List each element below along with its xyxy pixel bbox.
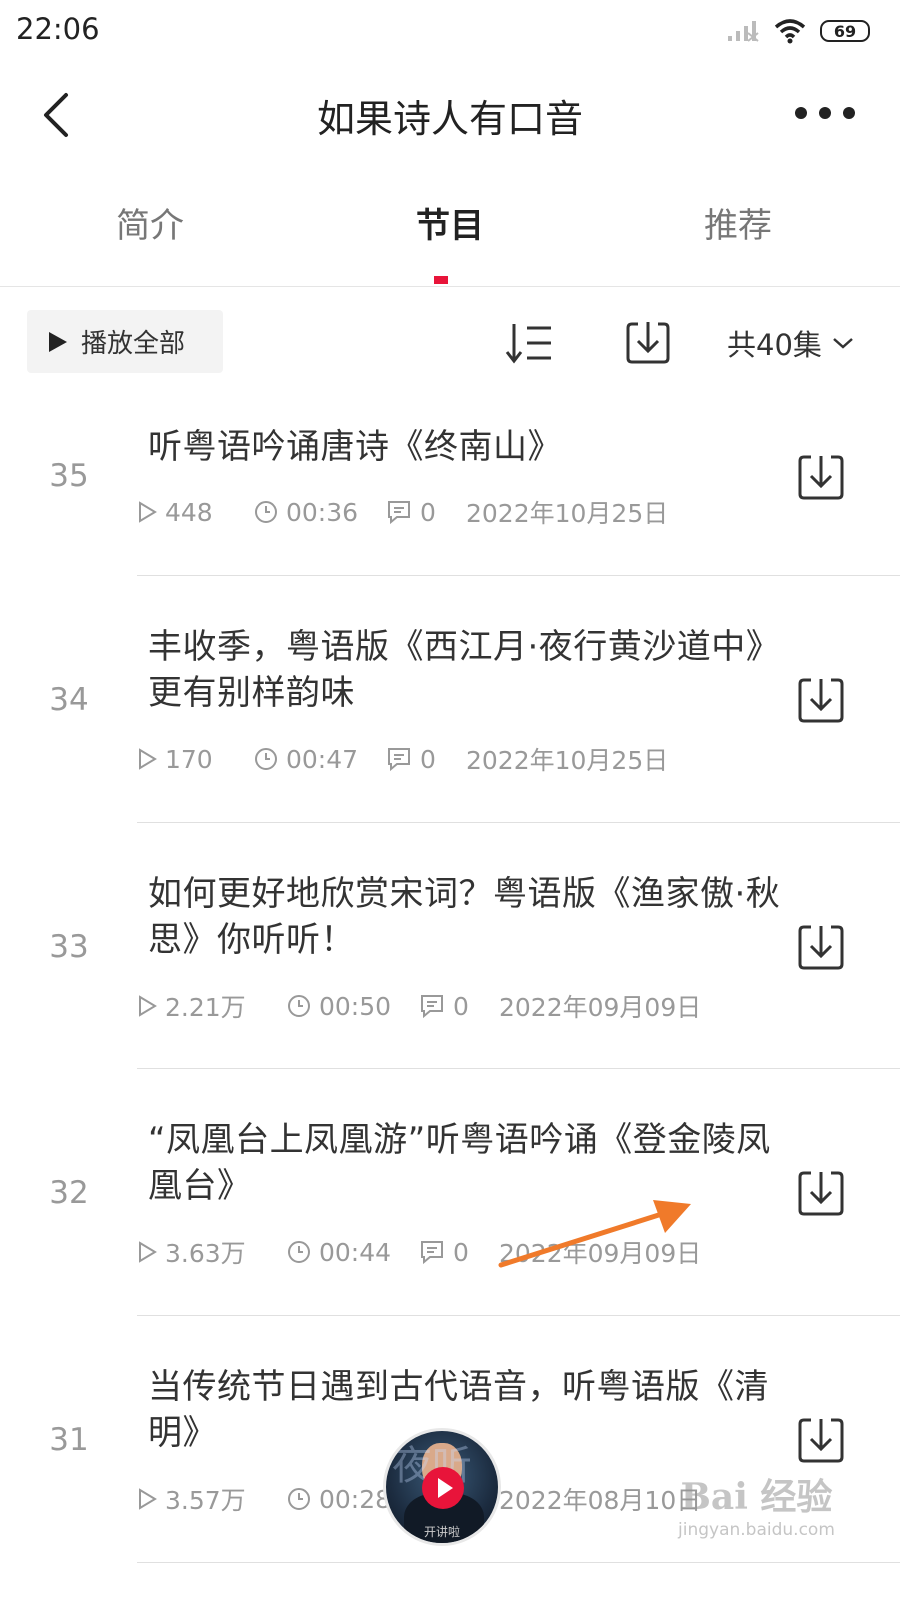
episode-download-button[interactable] (796, 1415, 846, 1465)
duration: 00:47 (286, 744, 359, 774)
comment-icon (421, 995, 443, 1019)
episode-meta: 448 00:36 0 2022年10月25日 (137, 495, 668, 529)
comment-count: 0 (420, 744, 436, 774)
episode-download-button[interactable] (796, 675, 846, 725)
episode-number: 33 (49, 929, 89, 965)
episode-meta: 2.21万 00:50 0 2022年09月09日 (137, 989, 701, 1023)
clock-icon (288, 1488, 310, 1510)
annotation-arrow-icon (498, 1200, 691, 1268)
comment-count: 0 (453, 1237, 469, 1267)
episode-download-button[interactable] (796, 1168, 846, 1218)
episode-count-label: 共40集 (727, 328, 822, 362)
comment-icon (388, 748, 410, 772)
sort-button[interactable] (505, 320, 555, 366)
episode-divider (137, 575, 900, 576)
mini-player-button[interactable]: 夜听 开讲啦 (383, 1428, 501, 1546)
wifi-icon (774, 19, 806, 44)
comment-icon (388, 501, 410, 525)
tab-recommend[interactable]: 推荐 (628, 198, 848, 247)
tab-divider (0, 286, 900, 287)
clock-icon (255, 501, 277, 523)
more-icon-dot (843, 107, 855, 119)
episode-divider (137, 822, 900, 823)
download-icon (626, 322, 670, 364)
episode-download-button[interactable] (796, 452, 846, 502)
duration: 00:50 (319, 991, 392, 1021)
download-icon (798, 678, 844, 723)
play-count-icon (139, 995, 157, 1017)
play-count: 170 (165, 744, 213, 774)
mini-player-caption: 开讲啦 (424, 1525, 461, 1539)
tab-active-indicator (434, 276, 448, 284)
episode-title[interactable]: 丰收季，粤语版《西江月·夜行黄沙道中》更有别样韵味 (148, 624, 788, 716)
episode-meta: 170 00:47 0 2022年10月25日 (137, 742, 668, 776)
tab-episodes[interactable]: 节目 (340, 198, 560, 247)
download-icon (798, 1171, 844, 1216)
tab-intro[interactable]: 简介 (40, 198, 260, 247)
play-icon (422, 1467, 464, 1509)
play-count-icon (139, 1488, 157, 1510)
play-count-icon (139, 501, 157, 523)
download-icon (798, 455, 844, 500)
sort-icon (505, 324, 551, 364)
status-time: 22:06 (16, 12, 100, 46)
signal-icon (728, 21, 759, 42)
comment-count: 0 (420, 497, 436, 527)
clock-icon (255, 748, 277, 770)
download-icon (798, 1418, 844, 1463)
play-count-icon (139, 748, 157, 770)
duration: 00:36 (286, 497, 359, 527)
more-icon-dot (795, 107, 807, 119)
publish-date: 2022年08月10日 (499, 1486, 702, 1515)
play-all-button[interactable]: 播放全部 (27, 310, 223, 373)
watermark: Bai 经验 jingyan.baidu.com (678, 1468, 835, 1540)
battery-icon: 69 (820, 20, 870, 42)
play-all-label: 播放全部 (81, 329, 186, 359)
more-button[interactable] (795, 98, 855, 128)
episode-title[interactable]: 听粤语吟诵唐诗《终南山》 (148, 424, 788, 470)
watermark-url: jingyan.baidu.com (678, 1520, 835, 1540)
publish-date: 2022年09月09日 (499, 993, 702, 1022)
episode-divider (137, 1315, 900, 1316)
status-icons: 69 (726, 14, 870, 48)
duration: 00:44 (319, 1237, 392, 1267)
episode-number: 31 (49, 1422, 89, 1458)
chevron-down-icon (833, 338, 853, 349)
episode-number: 34 (49, 682, 89, 718)
play-count-icon (139, 1241, 157, 1263)
watermark-logo: Bai 经验 (680, 1476, 833, 1518)
play-count: 2.21万 (165, 993, 246, 1022)
download-icon (798, 925, 844, 970)
download-all-button[interactable] (624, 318, 672, 366)
episode-title[interactable]: 如何更好地欣赏宋词？粤语版《渔家傲·秋思》你听听！ (148, 871, 788, 963)
comment-icon (421, 1241, 443, 1265)
more-icon-dot (819, 107, 831, 119)
episode-count-selector[interactable]: 共40集 (727, 322, 854, 364)
episode-number: 35 (49, 458, 89, 494)
play-count: 3.57万 (165, 1486, 246, 1515)
clock-icon (288, 1241, 310, 1263)
battery-level: 69 (833, 21, 857, 41)
episode-divider (137, 1562, 900, 1563)
publish-date: 2022年10月25日 (466, 746, 669, 775)
duration: 00:28 (319, 1484, 392, 1514)
comment-count: 0 (453, 991, 469, 1021)
publish-date: 2022年10月25日 (466, 499, 669, 528)
play-count: 448 (165, 497, 213, 527)
page-title: 如果诗人有口音 (316, 97, 583, 141)
play-count: 3.63万 (165, 1239, 246, 1268)
episode-number: 32 (49, 1175, 89, 1211)
play-icon (49, 331, 67, 352)
clock-icon (288, 995, 310, 1017)
episode-download-button[interactable] (796, 922, 846, 972)
episode-divider (137, 1068, 900, 1069)
